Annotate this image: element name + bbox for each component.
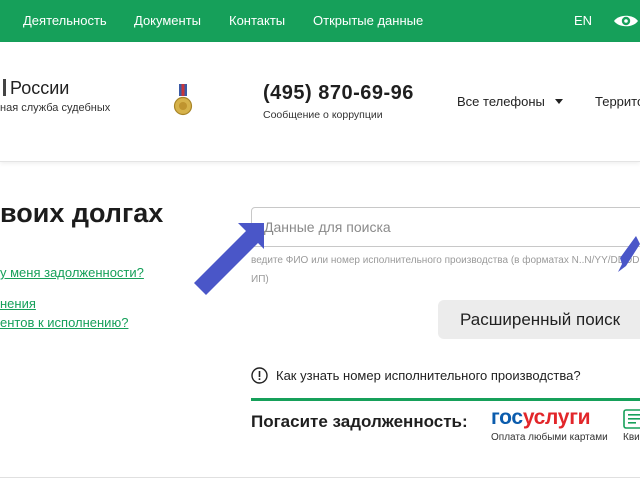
site-header: России ная служба судебных (495) 870-69-… (0, 42, 640, 162)
pay-debt-title: Погасите задолженность: (251, 412, 468, 431)
chevron-down-icon[interactable] (555, 99, 563, 104)
search-input[interactable] (264, 216, 634, 238)
gosuslugi-logo[interactable]: госуслуги (491, 406, 591, 430)
nav-open-data[interactable]: Открытые данные (313, 13, 423, 28)
gosuslugi-subtitle: Оплата любыми картами (491, 432, 608, 443)
gosuslugi-logo-part-2: услуги (522, 406, 591, 429)
info-icon (251, 367, 268, 384)
all-phones-dropdown[interactable]: Все телефоны (457, 94, 545, 109)
gosuslugi-logo-part-1: гос (491, 406, 523, 429)
lang-switch[interactable]: EN (574, 13, 592, 28)
eye-icon[interactable] (612, 11, 640, 31)
execution-link-1[interactable]: нения (0, 296, 36, 311)
search-box (251, 207, 640, 247)
nav-activity[interactable]: Деятельность (23, 13, 107, 28)
search-hint: ведите ФИО или номер исполнительного про… (251, 255, 640, 285)
nav-documents[interactable]: Документы (134, 13, 201, 28)
receipt-payment-label: Кви (623, 432, 640, 443)
org-subtitle: ная служба судебных (0, 102, 111, 114)
case-number-help-link[interactable]: Как узнать номер исполнительного произво… (276, 368, 581, 383)
logo-bar (3, 79, 6, 96)
bottom-divider (0, 477, 640, 478)
receipt-icon[interactable] (623, 409, 640, 429)
org-name-text: России (10, 78, 70, 98)
divider (251, 398, 640, 401)
org-name[interactable]: России (3, 78, 69, 99)
execution-link-2[interactable]: ентов к исполнению? (0, 315, 128, 330)
phone-number[interactable]: (495) 870-69-96 (263, 82, 414, 105)
advanced-search-button[interactable]: Расширенный поиск (438, 300, 640, 339)
medal-icon (173, 84, 193, 116)
pointer-arrow-icon (618, 236, 640, 272)
nav-contacts[interactable]: Контакты (229, 13, 285, 28)
top-nav: Деятельность Документы Контакты Открытые… (0, 0, 640, 42)
pointer-arrow-icon (194, 223, 264, 295)
corruption-report-link[interactable]: Сообщение о коррупции (263, 109, 383, 121)
page-title: воих долгах (0, 198, 164, 228)
territory-link[interactable]: Территор (595, 94, 640, 109)
debt-check-link[interactable]: у меня задолженности? (0, 265, 144, 280)
